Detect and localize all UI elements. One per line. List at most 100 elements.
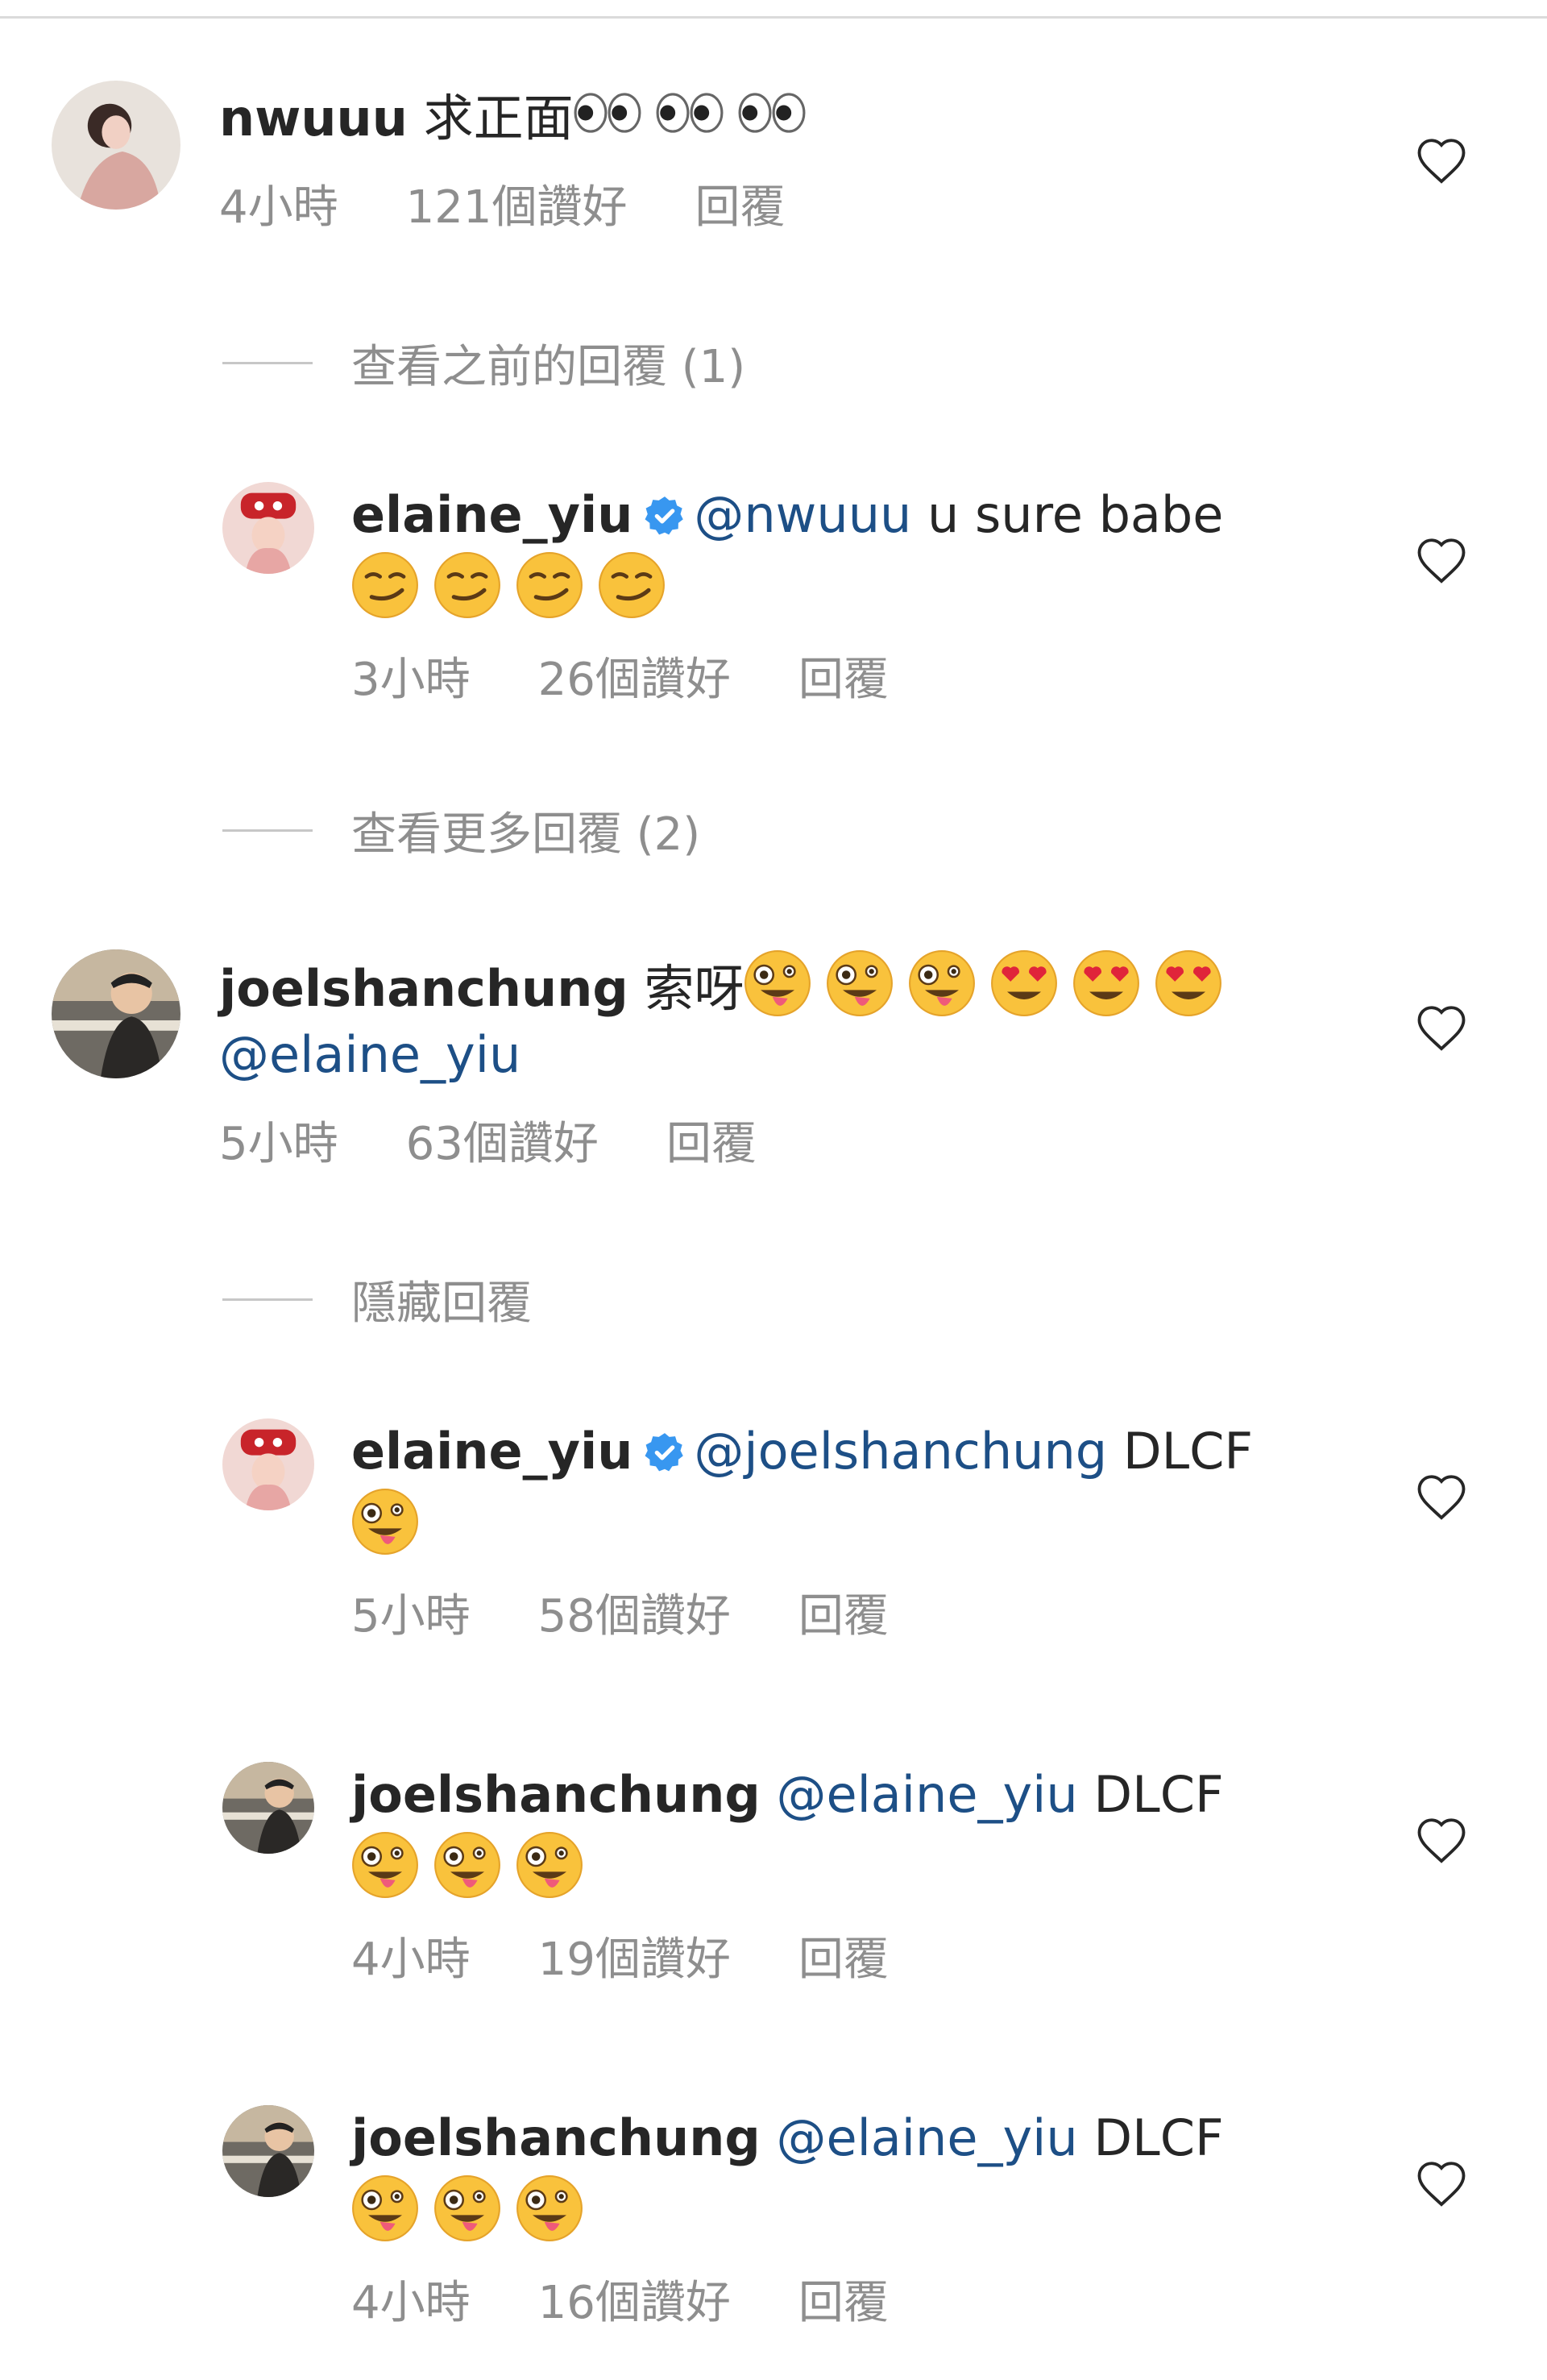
reply-button[interactable]: 回覆 [695, 181, 786, 234]
timestamp[interactable]: 4小時 [351, 1933, 471, 1986]
comment-meta: 5小時 58個讚好 回覆 [351, 1580, 1418, 1645]
hide-replies[interactable]: 隱藏回覆 [222, 1267, 532, 1332]
comment-text: DLCF [1093, 2108, 1224, 2167]
heart-icon[interactable] [1415, 1472, 1468, 1522]
reply-button[interactable]: 回覆 [798, 1933, 889, 1986]
comment-text: u sure babe [927, 485, 1224, 544]
zany-emoji-icon [351, 2174, 419, 2242]
zany-emoji-icon [351, 1831, 419, 1899]
mention-link[interactable]: @elaine_yiu [776, 1765, 1077, 1824]
comment-meta: 5小時 63個讚好 回覆 [219, 1107, 1418, 1173]
avatar[interactable] [222, 1418, 314, 1510]
username[interactable]: joelshanchung [351, 1765, 761, 1824]
comment-meta: 4小時 16個讚好 回覆 [351, 2266, 1418, 2332]
mention-link[interactable]: @joelshanchung [694, 1422, 1107, 1481]
like-count[interactable]: 16個讚好 [538, 2277, 731, 2329]
eyes-emoji-icon [738, 79, 806, 147]
like-count[interactable]: 121個讚好 [406, 181, 628, 234]
comment-text: DLCF [1093, 1765, 1224, 1824]
username[interactable]: elaine_yiu [351, 1422, 632, 1481]
reply-button[interactable]: 回覆 [798, 654, 889, 706]
emoji-group [351, 1832, 598, 1900]
zany-emoji-icon [433, 2174, 501, 2242]
mention-link[interactable]: @elaine_yiu [219, 1025, 521, 1084]
comment-meta: 4小時 19個讚好 回覆 [351, 1923, 1418, 1988]
divider-dash [222, 362, 313, 364]
comment-body: joelshanchung @elaine_yiu DLCF 4小時 19個讚好 回… [351, 1762, 1418, 1988]
heart-icon[interactable] [1415, 1003, 1468, 1053]
zany-emoji-icon [908, 949, 976, 1017]
comment-text-line: elaine_yiu @joelshanchung DLCF [351, 1418, 1418, 1485]
heart-icon[interactable] [1415, 1815, 1468, 1865]
emoji-group [744, 950, 1237, 1018]
comment-body: elaine_yiu @joelshanchung DLCF 5小時 58個讚好 回覆 [351, 1418, 1418, 1645]
view-more-label: 查看更多回覆 (2) [351, 808, 701, 861]
heart-eyes-emoji-icon [1072, 949, 1140, 1017]
heart-icon[interactable] [1415, 2158, 1468, 2208]
timestamp[interactable]: 5小時 [351, 1590, 471, 1643]
divider-dash [222, 829, 313, 832]
timestamp[interactable]: 4小時 [219, 181, 338, 234]
smirk-emoji-icon [433, 551, 501, 619]
hide-replies-label: 隱藏回覆 [351, 1277, 532, 1330]
comment-text-line: nwuuu 求正面 [219, 79, 1418, 152]
avatar[interactable] [52, 949, 180, 1078]
emoji-group [351, 2175, 598, 2243]
emoji-line [351, 1488, 1418, 1560]
verified-badge-icon [644, 1431, 686, 1473]
emoji-group [351, 1489, 433, 1556]
like-count[interactable]: 58個讚好 [538, 1590, 731, 1643]
reply-button[interactable]: 回覆 [798, 1590, 889, 1643]
zany-emoji-icon [516, 2174, 583, 2242]
comment-body: nwuuu 求正面 4小時 121個讚好 回覆 [219, 79, 1418, 236]
like-count[interactable]: 63個讚好 [406, 1118, 599, 1170]
eyes-emoji-icon [574, 79, 641, 147]
heart-icon[interactable] [1415, 535, 1468, 585]
username[interactable]: nwuuu [219, 89, 408, 147]
smirk-emoji-icon [516, 551, 583, 619]
comment-body: elaine_yiu @nwuuu u sure babe 3小時 26個讚好 回覆 [351, 482, 1418, 708]
avatar[interactable] [222, 1762, 314, 1854]
top-divider [0, 0, 1547, 19]
divider-dash [222, 1298, 313, 1301]
comment-text-line-2: @elaine_yiu [219, 1022, 1418, 1088]
smirk-emoji-icon [598, 551, 666, 619]
username[interactable]: elaine_yiu [351, 485, 632, 544]
mention-link[interactable]: @elaine_yiu [776, 2108, 1077, 2167]
reply-button[interactable]: 回覆 [798, 2277, 889, 2329]
smirk-emoji-icon [351, 551, 419, 619]
reply-button[interactable]: 回覆 [666, 1118, 757, 1170]
comment-text: DLCF [1122, 1422, 1254, 1481]
view-previous-label: 查看之前的回覆 (1) [351, 341, 746, 393]
heart-eyes-emoji-icon [990, 949, 1058, 1017]
comment-body: joelshanchung 索呀 @elaine_yiu 5小時 63個讚好 回覆 [219, 949, 1418, 1173]
emoji-line [351, 551, 1418, 624]
mention-link[interactable]: @nwuuu [694, 485, 911, 544]
avatar[interactable] [222, 482, 314, 574]
comment-meta: 4小時 121個讚好 回覆 [219, 171, 1418, 236]
username[interactable]: joelshanchung [219, 959, 628, 1018]
avatar[interactable] [52, 81, 180, 210]
timestamp[interactable]: 4小時 [351, 2277, 471, 2329]
comment-text: 索呀 [644, 959, 744, 1018]
comment-text-line: joelshanchung @elaine_yiu DLCF [351, 1762, 1418, 1828]
comment-text: 求正面 [423, 89, 574, 147]
comment-text-line: joelshanchung 索呀 [219, 949, 1418, 1022]
comment-body: joelshanchung @elaine_yiu DLCF 4小時 16個讚好 回… [351, 2105, 1418, 2332]
timestamp[interactable]: 3小時 [351, 654, 471, 706]
emoji-group [574, 89, 820, 147]
emoji-group [351, 552, 680, 620]
view-previous-replies[interactable]: 查看之前的回覆 (1) [222, 330, 745, 396]
zany-emoji-icon [516, 1831, 583, 1899]
view-more-replies[interactable]: 查看更多回覆 (2) [222, 798, 700, 863]
heart-eyes-emoji-icon [1155, 949, 1222, 1017]
zany-emoji-icon [433, 1831, 501, 1899]
timestamp[interactable]: 5小時 [219, 1118, 338, 1170]
like-count[interactable]: 19個讚好 [538, 1933, 731, 1986]
avatar[interactable] [222, 2105, 314, 2197]
like-count[interactable]: 26個讚好 [538, 654, 731, 706]
emoji-line [351, 2174, 1418, 2247]
comment-meta: 3小時 26個讚好 回覆 [351, 643, 1418, 708]
username[interactable]: joelshanchung [351, 2108, 761, 2167]
heart-icon[interactable] [1415, 135, 1468, 185]
